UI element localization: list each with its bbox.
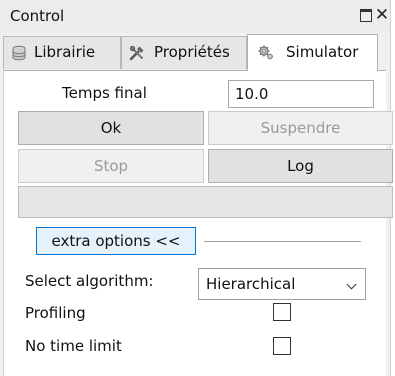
no-time-limit-checkbox[interactable] xyxy=(273,337,291,355)
no-time-limit-label: No time limit xyxy=(25,337,122,355)
close-icon[interactable]: ✕ xyxy=(373,4,391,26)
algorithm-select[interactable]: Hierarchical xyxy=(198,268,366,300)
title-bar: Control ✕ xyxy=(0,0,390,33)
gears-icon xyxy=(258,45,273,60)
tab-proprietes[interactable]: Propriétés xyxy=(121,36,247,69)
stop-button[interactable]: Stop xyxy=(18,149,204,183)
tools-icon xyxy=(129,45,144,61)
tab-simulator[interactable]: Simulator xyxy=(247,34,378,71)
tab-proprietes-label: Propriétés xyxy=(154,43,230,61)
separator-line xyxy=(204,241,361,242)
tab-librairie-label: Librairie xyxy=(34,43,96,61)
suspend-button[interactable]: Suspendre xyxy=(208,111,393,145)
database-icon xyxy=(12,45,26,61)
chevron-down-icon xyxy=(346,279,357,290)
final-time-input[interactable]: 10.0 xyxy=(228,80,374,108)
simulator-content: Temps final 10.0 Ok Suspendre Stop Log e… xyxy=(3,70,393,376)
profiling-checkbox[interactable] xyxy=(273,303,291,321)
tab-simulator-label: Simulator xyxy=(286,43,359,61)
tab-librairie[interactable]: Librairie xyxy=(3,36,121,69)
algorithm-label: Select algorithm: xyxy=(25,272,154,290)
profiling-label: Profiling xyxy=(25,304,86,322)
control-panel: Control ✕ Librairie Propriétés Simulator xyxy=(0,0,393,376)
window-title: Control xyxy=(10,7,65,25)
ok-button[interactable]: Ok xyxy=(18,111,204,145)
log-button[interactable]: Log xyxy=(208,149,393,183)
extra-options-button[interactable]: extra options << xyxy=(36,227,196,255)
final-time-label: Temps final xyxy=(62,84,147,102)
algorithm-select-value: Hierarchical xyxy=(206,275,296,293)
progress-bar xyxy=(18,186,393,218)
